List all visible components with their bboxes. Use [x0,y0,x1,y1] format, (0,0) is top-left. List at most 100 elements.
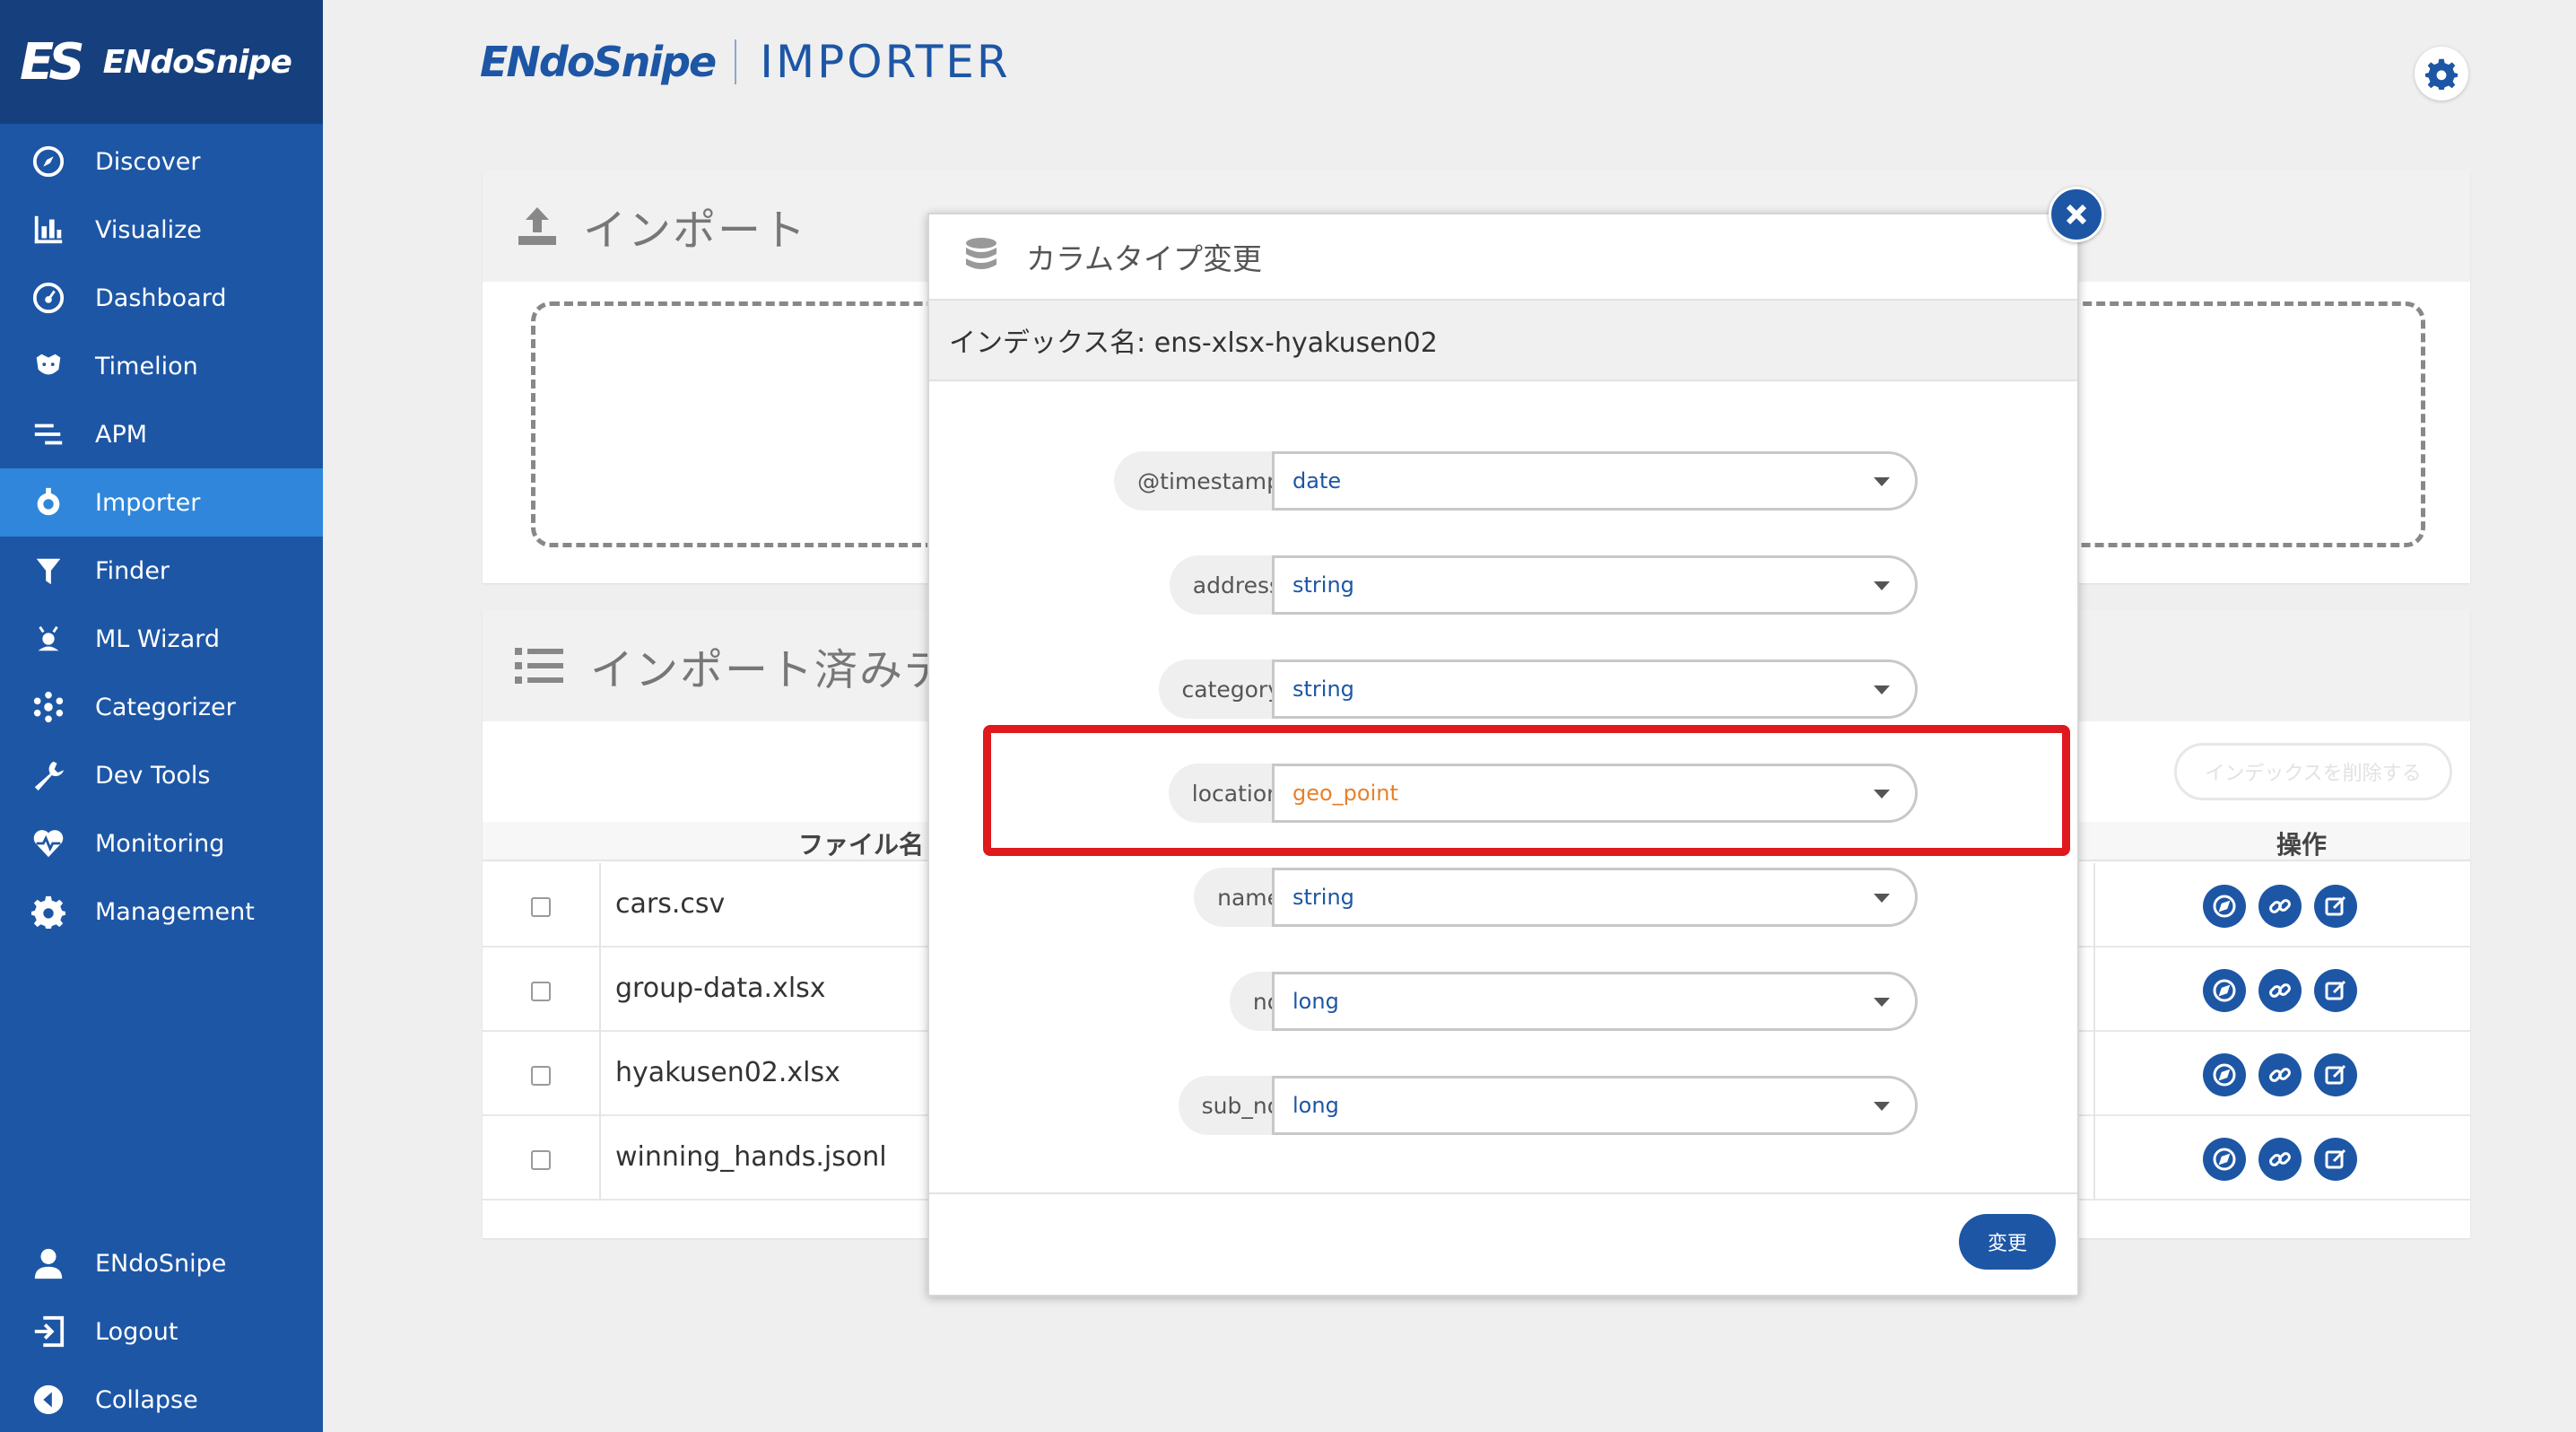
chevron-down-icon [1874,581,1890,590]
modal-close-button[interactable] [2049,187,2104,242]
discover-action-button[interactable] [2203,885,2246,928]
row-actions [2203,885,2357,928]
compass-icon [30,144,66,179]
app-logo-brand: ENdoSnipe [480,38,717,86]
row-actions [2203,1138,2357,1181]
column-divider [599,863,601,947]
compass-icon [2213,1063,2236,1087]
sidebar-item-management[interactable]: Management [0,878,323,946]
edit-action-button[interactable] [2314,1053,2357,1096]
column-divider [2093,947,2095,1032]
field-type-select[interactable]: long [1272,1076,1918,1135]
list-panel-title: インポート済みデ [590,645,950,695]
edit-icon [2325,1148,2346,1169]
column-divider [599,947,601,1032]
sidebar-item-label: Discover [95,147,201,176]
close-icon [2066,204,2087,225]
sidebar-item-categorizer[interactable]: Categorizer [0,673,323,741]
field-type-select[interactable]: string [1272,555,1918,615]
link-action-button[interactable] [2258,885,2302,928]
sidebar-item-label: Finder [95,556,170,585]
sidebar-item-dev-tools[interactable]: Dev Tools [0,741,323,809]
sidebar: ES ENdoSnipe Discover Visualize Dashboar… [0,0,323,1432]
chevron-down-icon [1874,477,1890,486]
field-row-address: address string [929,555,2081,615]
field-type-value: date [1292,468,1342,493]
app-logo: ENdoSnipe IMPORTER [480,36,1011,88]
file-name: hyakusen02.xlsx [615,1057,840,1088]
dashboard-icon [30,280,66,316]
field-type-select[interactable]: long [1272,972,1918,1031]
heartbeat-icon [30,825,66,861]
sidebar-item-label: Importer [95,488,201,517]
sidebar-item-dashboard[interactable]: Dashboard [0,264,323,332]
chevron-down-icon [1874,894,1890,903]
column-divider [2093,1032,2095,1116]
field-type-value: long [1292,989,1339,1014]
sidebar-item-label: APM [95,420,148,449]
link-icon [2269,899,2291,913]
sidebar-item-importer[interactable]: Importer [0,468,323,537]
sidebar-item-timelion[interactable]: Timelion [0,332,323,400]
sidebar-item-label: Management [95,897,255,926]
row-checkbox[interactable] [531,982,551,1001]
link-action-button[interactable] [2258,1138,2302,1181]
field-type-value: string [1292,677,1354,702]
sidebar-item-label: Monitoring [95,829,225,858]
edit-action-button[interactable] [2314,885,2357,928]
field-type-value: string [1292,572,1354,598]
column-header-ops: 操作 [2276,830,2328,860]
sidebar-item-apm[interactable]: APM [0,400,323,468]
field-type-value: long [1292,1093,1339,1118]
bar-chart-icon [30,212,66,248]
sidebar-item-label: Dashboard [95,284,227,312]
edit-action-button[interactable] [2314,969,2357,1012]
sidebar-item-monitoring[interactable]: Monitoring [0,809,323,878]
sidebar-item-label: Timelion [95,352,198,380]
sidebar-item-visualize[interactable]: Visualize [0,196,323,264]
row-checkbox[interactable] [531,1066,551,1086]
field-type-select[interactable]: date [1272,451,1918,511]
sidebar-item-finder[interactable]: Finder [0,537,323,605]
field-row-no: no long [929,972,2081,1031]
importer-icon [30,485,66,520]
sidebar-brand[interactable]: ES ENdoSnipe [0,0,323,124]
app-logo-product: IMPORTER [760,36,1011,88]
edit-action-button[interactable] [2314,1138,2357,1181]
edit-icon [2325,895,2346,916]
row-checkbox[interactable] [531,897,551,917]
link-action-button[interactable] [2258,1053,2302,1096]
link-icon [2269,1068,2291,1082]
sidebar-item-discover[interactable]: Discover [0,127,323,196]
column-divider [599,1116,601,1201]
discover-action-button[interactable] [2203,969,2246,1012]
field-type-select[interactable]: string [1272,868,1918,927]
delete-index-button[interactable]: インデックスを削除する [2174,743,2452,800]
field-row-name: name string [929,868,2081,927]
sidebar-item-user[interactable]: ENdoSnipe [0,1229,323,1297]
sidebar-item-collapse[interactable]: Collapse [0,1366,323,1432]
field-type-select[interactable]: string [1272,659,1918,719]
compass-icon [2213,1148,2236,1171]
apm-icon [30,416,66,452]
discover-action-button[interactable] [2203,1138,2246,1181]
brand-name: ENdoSnipe [102,43,292,81]
column-divider [599,1032,601,1116]
file-name: cars.csv [615,888,726,920]
field-row-category: category string [929,659,2081,719]
wrench-icon [30,757,66,793]
settings-button[interactable] [2415,47,2468,100]
file-name: winning_hands.jsonl [615,1141,887,1173]
link-action-button[interactable] [2258,969,2302,1012]
compass-icon [2213,979,2236,1002]
sidebar-item-logout[interactable]: Logout [0,1297,323,1366]
logout-icon [30,1314,66,1349]
sidebar-item-ml-wizard[interactable]: ML Wizard [0,605,323,673]
field-type-value: string [1292,885,1354,910]
modal-title: カラムタイプ変更 [1026,241,1263,276]
row-checkbox[interactable] [531,1150,551,1170]
change-button[interactable]: 変更 [1959,1214,2056,1270]
column-divider [2093,863,2095,947]
discover-action-button[interactable] [2203,1053,2246,1096]
upload-icon [518,207,556,245]
